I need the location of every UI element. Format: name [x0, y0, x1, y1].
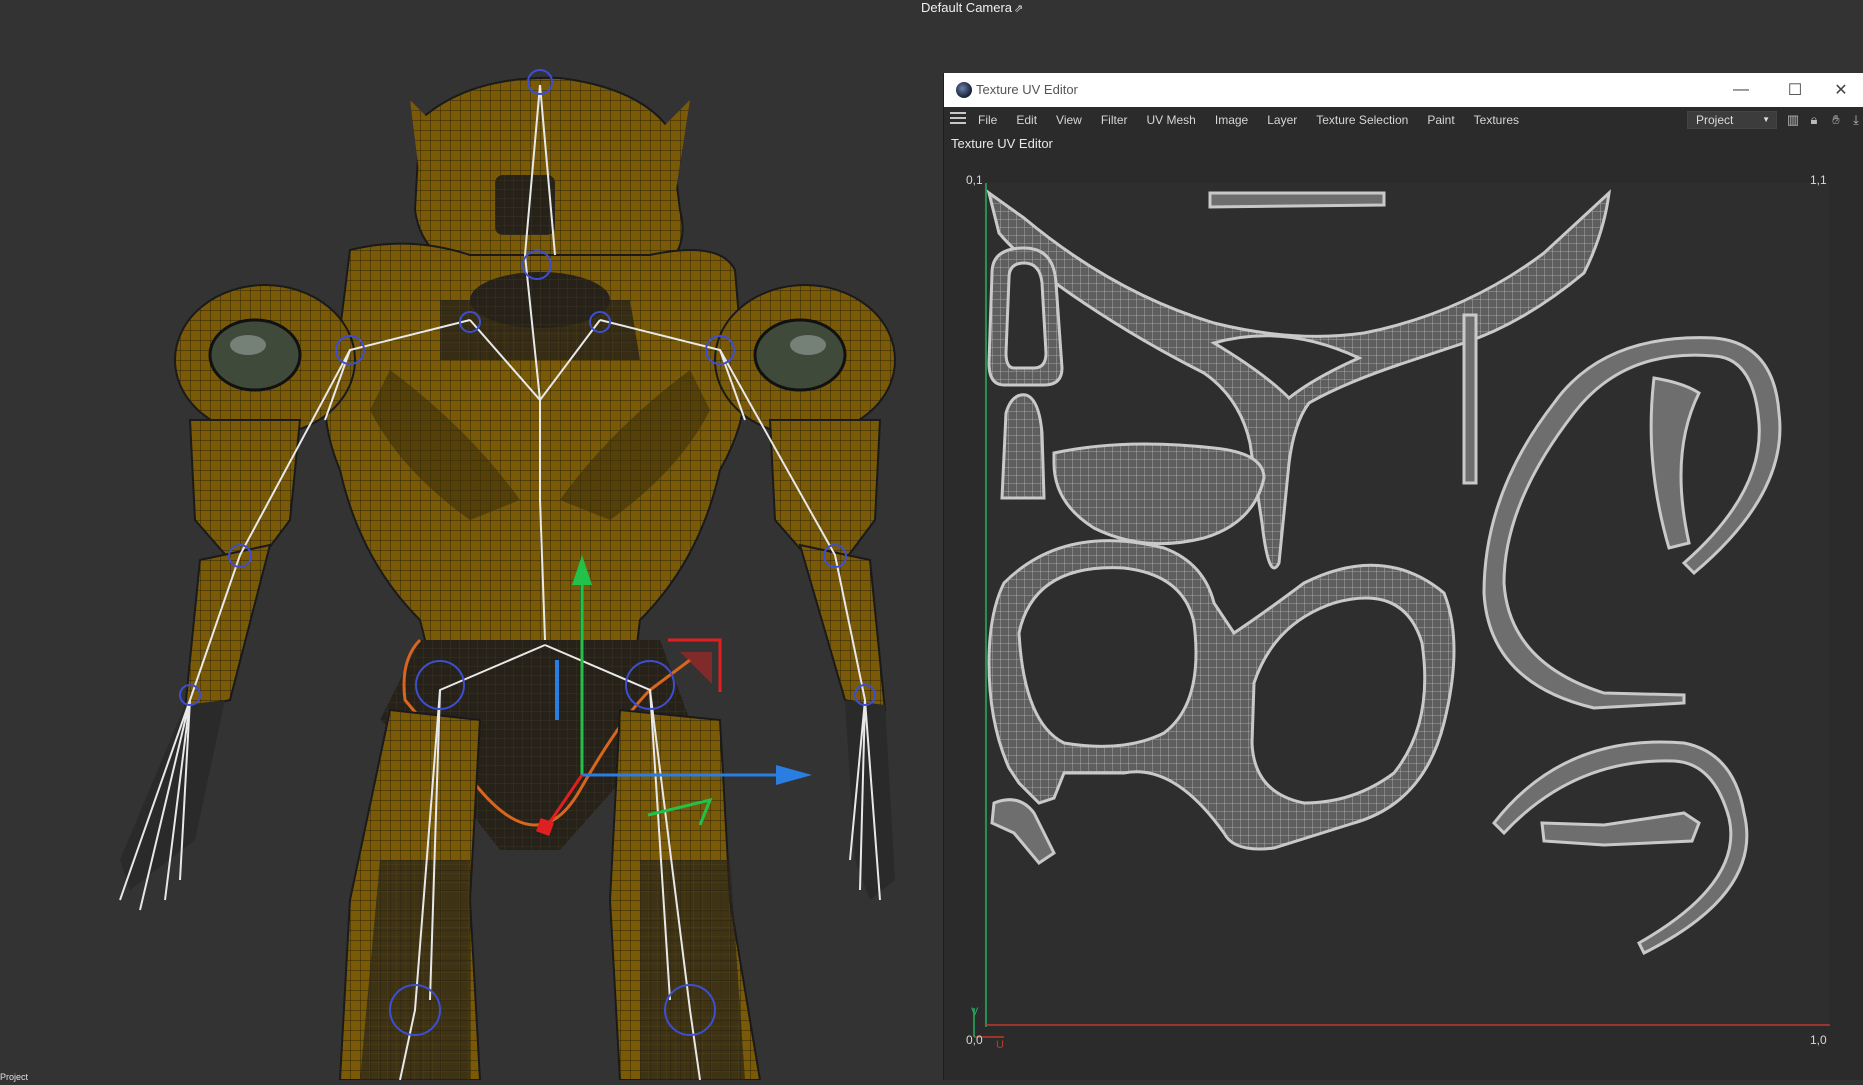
menu-layer[interactable]: Layer — [1267, 113, 1297, 127]
viewport-bottom-label: Project — [0, 1072, 29, 1082]
cinema4d-logo-icon — [956, 82, 972, 98]
menu-file[interactable]: File — [978, 113, 997, 127]
project-select-value: Project — [1696, 113, 1734, 127]
panel-subheader: Texture UV Editor — [951, 136, 1053, 151]
v-axis-label: V — [971, 1006, 979, 1018]
hand-icon[interactable]: ✋︎ — [1828, 112, 1844, 128]
histogram-icon[interactable]: ▥ — [1785, 112, 1801, 128]
uv-island-tab[interactable] — [1000, 393, 1046, 500]
uv-canvas[interactable]: V U 0,1 1,1 0,0 1,0 — [944, 163, 1863, 1080]
window-title: Texture UV Editor — [976, 82, 1078, 97]
uv-island-vertical-bar[interactable] — [1462, 313, 1478, 485]
close-icon: ✕ — [1834, 82, 1848, 99]
lock-icon[interactable]: 🔒︎ — [1806, 112, 1822, 128]
minimize-icon: — — [1733, 81, 1749, 98]
uv-island-strip-top[interactable] — [1208, 191, 1386, 209]
uv-corner-bottom-left: 0,0 — [966, 1033, 983, 1047]
close-button[interactable]: ✕ — [1818, 73, 1863, 107]
menu-image[interactable]: Image — [1215, 113, 1248, 127]
menu-items: File Edit View Filter UV Mesh Image Laye… — [978, 113, 1538, 127]
menu-edit[interactable]: Edit — [1016, 113, 1037, 127]
menu-view[interactable]: View — [1056, 113, 1082, 127]
uv-corner-bottom-right: 1,0 — [1810, 1033, 1827, 1047]
menu-texture-selection[interactable]: Texture Selection — [1316, 113, 1408, 127]
x-axis-arrow-icon[interactable] — [776, 765, 812, 785]
left-arm — [188, 419, 302, 561]
chevron-down-icon: ▼ — [1762, 115, 1770, 124]
maximize-icon: ☐ — [1787, 82, 1803, 99]
window-titlebar[interactable]: Texture UV Editor — ☐ ✕ — [944, 73, 1863, 107]
menu-textures[interactable]: Textures — [1474, 113, 1519, 127]
u-axis-label: U — [996, 1039, 1004, 1051]
pin-icon[interactable]: ⤓ — [1848, 112, 1863, 128]
texture-uv-editor-window[interactable]: Texture UV Editor — ☐ ✕ File Edit View F… — [943, 73, 1863, 1080]
project-select[interactable]: Project ▼ — [1687, 111, 1777, 129]
robot-model[interactable] — [120, 76, 896, 1080]
menu-uv-mesh[interactable]: UV Mesh — [1147, 113, 1196, 127]
uv-corner-top-left: 0,1 — [966, 173, 983, 187]
camera-name: Default Camera — [921, 0, 1013, 15]
hamburger-menu-icon[interactable] — [950, 112, 966, 126]
menu-bar: File Edit View Filter UV Mesh Image Laye… — [944, 107, 1863, 133]
menu-paint[interactable]: Paint — [1427, 113, 1454, 127]
camera-label[interactable]: Default Camera ⇗ — [921, 0, 1023, 15]
minimize-button[interactable]: — — [1718, 73, 1764, 107]
camera-link-icon[interactable]: ⇗ — [1014, 2, 1023, 15]
menu-filter[interactable]: Filter — [1101, 113, 1128, 127]
maximize-button[interactable]: ☐ — [1772, 73, 1818, 107]
uv-islands[interactable]: V U — [944, 163, 1863, 1080]
viewport-scene[interactable] — [0, 0, 943, 1080]
uv-corner-top-right: 1,1 — [1810, 173, 1827, 187]
